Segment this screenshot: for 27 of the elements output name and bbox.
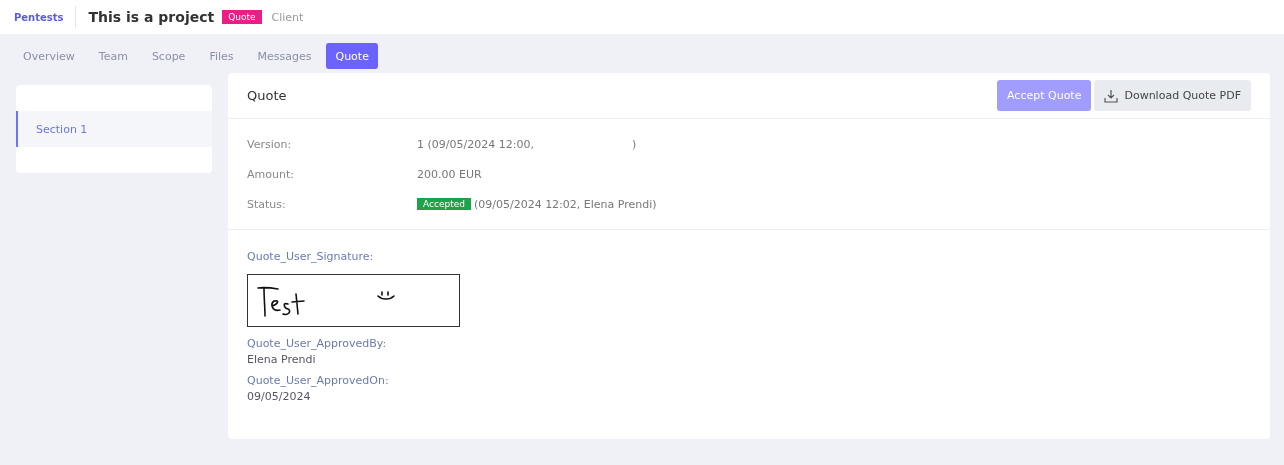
sidebar-item[interactable]: Section 1 bbox=[16, 111, 212, 147]
breadcrumb-link[interactable]: Pentests bbox=[14, 11, 64, 23]
approval-value: Elena Prendi bbox=[247, 353, 317, 366]
status-badge: Accepted bbox=[417, 198, 471, 210]
approval-label: Quote_User_ApprovedBy: bbox=[247, 337, 388, 350]
tab[interactable]: Quote bbox=[326, 43, 378, 69]
tab[interactable]: Files bbox=[200, 43, 243, 69]
tab[interactable]: Messages bbox=[248, 43, 321, 69]
card-title: Quote bbox=[247, 88, 287, 103]
tab[interactable]: Scope bbox=[142, 43, 195, 69]
field-label: Amount: bbox=[247, 167, 295, 181]
download-pdf-button[interactable]: Download Quote PDF bbox=[1094, 80, 1251, 111]
field-label: Status: bbox=[247, 197, 287, 211]
tab[interactable]: Overview bbox=[14, 43, 84, 69]
download-icon bbox=[1104, 88, 1119, 103]
role-label: Client bbox=[271, 10, 304, 24]
approval-value: 09/05/2024 bbox=[247, 390, 312, 403]
field-label: Version: bbox=[247, 137, 293, 151]
field-value: ) bbox=[631, 137, 637, 151]
quote-badge: Quote bbox=[222, 10, 262, 24]
tab[interactable]: Team bbox=[89, 43, 137, 69]
field-value: 200.00 EUR bbox=[417, 167, 482, 181]
field-value: (09/05/2024 12:02, Elena Prendi) bbox=[473, 197, 657, 211]
project-title: This is a project bbox=[88, 9, 215, 25]
field-value: 1 (09/05/2024 12:00, bbox=[417, 137, 534, 151]
approval-label: Quote_User_ApprovedOn: bbox=[247, 374, 390, 387]
signature-label: Quote_User_Signature: bbox=[247, 250, 375, 263]
